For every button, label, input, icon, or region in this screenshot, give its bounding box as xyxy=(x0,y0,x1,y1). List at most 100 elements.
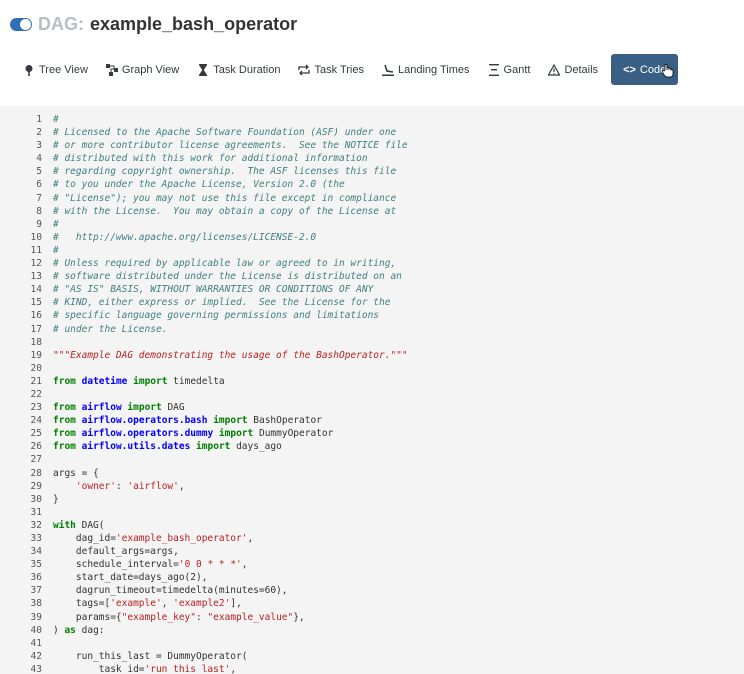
line-text: # "AS IS" BASIS, WITHOUT WARRANTIES OR C… xyxy=(53,283,373,296)
line-number: 38 xyxy=(30,598,42,610)
code-line: 9 # xyxy=(0,218,408,231)
line-text: # Licensed to the Apache Software Founda… xyxy=(53,126,396,139)
code-token: # software distributed under the License… xyxy=(53,271,402,283)
code-line: 36 start_date=days_ago(2), xyxy=(0,571,408,584)
code-token: schedule_interval= xyxy=(53,559,179,571)
code-token: default_args=args, xyxy=(53,546,179,558)
code-token: }, xyxy=(293,611,305,623)
code-token: # or more contributor license agreements… xyxy=(53,140,408,152)
line-number: 40 xyxy=(30,624,42,636)
line-number: 43 xyxy=(30,663,42,674)
code-token: from xyxy=(53,402,76,414)
line-number: 12 xyxy=(30,258,42,270)
line-text: from airflow.utils.dates import days_ago xyxy=(53,440,282,453)
code-line: 1 # xyxy=(0,113,408,126)
code-line: 10 # http://www.apache.org/licenses/LICEN… xyxy=(0,231,408,244)
tab-task-tries[interactable]: Task Tries xyxy=(289,54,373,85)
code-line: 17 # under the License. xyxy=(0,323,408,336)
line-text: with DAG( xyxy=(53,519,105,532)
code-token: datetime xyxy=(81,375,128,387)
toggle-knob xyxy=(20,18,31,30)
tab-task-duration[interactable]: Task Duration xyxy=(188,54,289,85)
line-number: 16 xyxy=(30,310,42,322)
code-line: 6 # to you under the Apache License, Vers… xyxy=(0,178,408,191)
line-text: # KIND, either express or implied. See t… xyxy=(53,296,390,309)
line-number: 28 xyxy=(30,467,42,479)
line-text: 'owner': 'airflow', xyxy=(53,480,185,493)
line-text: task_id='run_this_last', xyxy=(53,663,236,674)
tab-label: Landing Times xyxy=(397,63,470,76)
line-text: # under the License. xyxy=(53,323,167,336)
tab-label: Task Tries xyxy=(314,63,364,76)
code-token: "example_key" xyxy=(121,611,196,623)
line-text: # specific language governing permission… xyxy=(53,309,379,322)
line-number: 2 xyxy=(36,127,42,139)
code-viewer[interactable]: 1 #2 # Licensed to the Apache Software Fou… xyxy=(0,106,744,674)
code-token: # "AS IS" BASIS, WITHOUT WARRANTIES OR C… xyxy=(53,284,374,296)
line-number: 42 xyxy=(30,650,42,662)
code-token: 'owner' xyxy=(75,480,116,492)
line-number: 14 xyxy=(30,284,42,296)
line-text: # http://www.apache.org/licenses/LICENSE… xyxy=(53,231,316,244)
line-number: 20 xyxy=(30,362,42,374)
code-token: 'example_bash_operator' xyxy=(115,533,248,544)
code-line: 19 """Example DAG demonstrating the usage… xyxy=(0,349,408,362)
code-token: : xyxy=(196,611,208,623)
tab-details[interactable]: Details xyxy=(539,54,607,85)
line-text: from airflow.operators.dummy import Dumm… xyxy=(53,427,333,440)
code-token: as xyxy=(64,624,76,636)
tab-graph-view[interactable]: Graph View xyxy=(97,54,188,85)
code-token: # distributed with this work for additio… xyxy=(53,153,368,165)
line-text: dagrun_timeout=timedelta(minutes=60), xyxy=(53,584,288,597)
code-line: 21 from datetime import timedelta xyxy=(0,375,408,388)
code-line: 43 task_id='run_this_last', xyxy=(0,663,408,674)
line-text: # or more contributor license agreements… xyxy=(53,139,408,152)
dag-pause-toggle[interactable] xyxy=(10,17,32,31)
code-line: 13 # software distributed under the Licen… xyxy=(0,270,408,283)
code-token: from xyxy=(53,375,76,387)
code-line: 33 dag_id='example_bash_operator', xyxy=(0,532,408,545)
line-text: ) as dag: xyxy=(53,624,105,637)
code-token: params={ xyxy=(53,611,122,623)
line-number: 10 xyxy=(30,231,42,243)
code-line: 3 # or more contributor license agreement… xyxy=(0,139,408,152)
code-token: dagrun_timeout=timedelta(minutes=60), xyxy=(53,585,288,597)
code-token: import xyxy=(133,375,168,387)
line-number: 35 xyxy=(30,559,42,571)
code-token: # "License"); you may not use this file … xyxy=(53,192,397,204)
code-token: # Licensed to the Apache Software Founda… xyxy=(53,127,397,139)
code-token: airflow.operators.bash xyxy=(81,415,208,427)
line-number: 37 xyxy=(30,585,42,597)
line-text: params={"example_key": "example_value"}, xyxy=(53,611,305,624)
code-token: # xyxy=(53,244,59,256)
code-token: airflow.utils.dates xyxy=(81,441,191,453)
line-text: tags=['example', 'example2'], xyxy=(53,597,242,610)
code-token: start_date=days_ago(2), xyxy=(53,572,208,584)
code-token: from xyxy=(53,415,76,427)
code-token: 'example' xyxy=(110,598,162,610)
code-line: 14 # "AS IS" BASIS, WITHOUT WARRANTIES OR… xyxy=(0,283,408,296)
tab-landing-times[interactable]: Landing Times xyxy=(373,54,479,85)
code-token: dag_id= xyxy=(53,533,116,544)
line-text: # with the License. You may obtain a cop… xyxy=(53,205,396,218)
line-number: 31 xyxy=(30,506,42,518)
line-number: 5 xyxy=(36,166,42,178)
line-number: 36 xyxy=(30,572,42,584)
line-number: 1 xyxy=(36,114,42,125)
code-token: with xyxy=(53,519,76,531)
line-number: 21 xyxy=(30,375,42,387)
tab-label: Gantt xyxy=(503,63,531,76)
tab-gantt[interactable]: Gantt xyxy=(479,54,540,85)
code-token: airflow xyxy=(81,402,122,414)
code-line: 23 from airflow import DAG xyxy=(0,401,408,414)
line-number: 26 xyxy=(30,441,42,453)
tab-tree-view[interactable]: Tree View xyxy=(14,54,97,85)
code-line: 31 xyxy=(0,506,408,519)
code-token: # with the License. You may obtain a cop… xyxy=(53,205,397,217)
code-token: , xyxy=(247,533,254,544)
code-token: , xyxy=(178,480,185,492)
line-text: run_this_last = DummyOperator( xyxy=(53,650,248,663)
dag-label: DAG: xyxy=(38,13,84,34)
line-text: # xyxy=(53,244,59,257)
